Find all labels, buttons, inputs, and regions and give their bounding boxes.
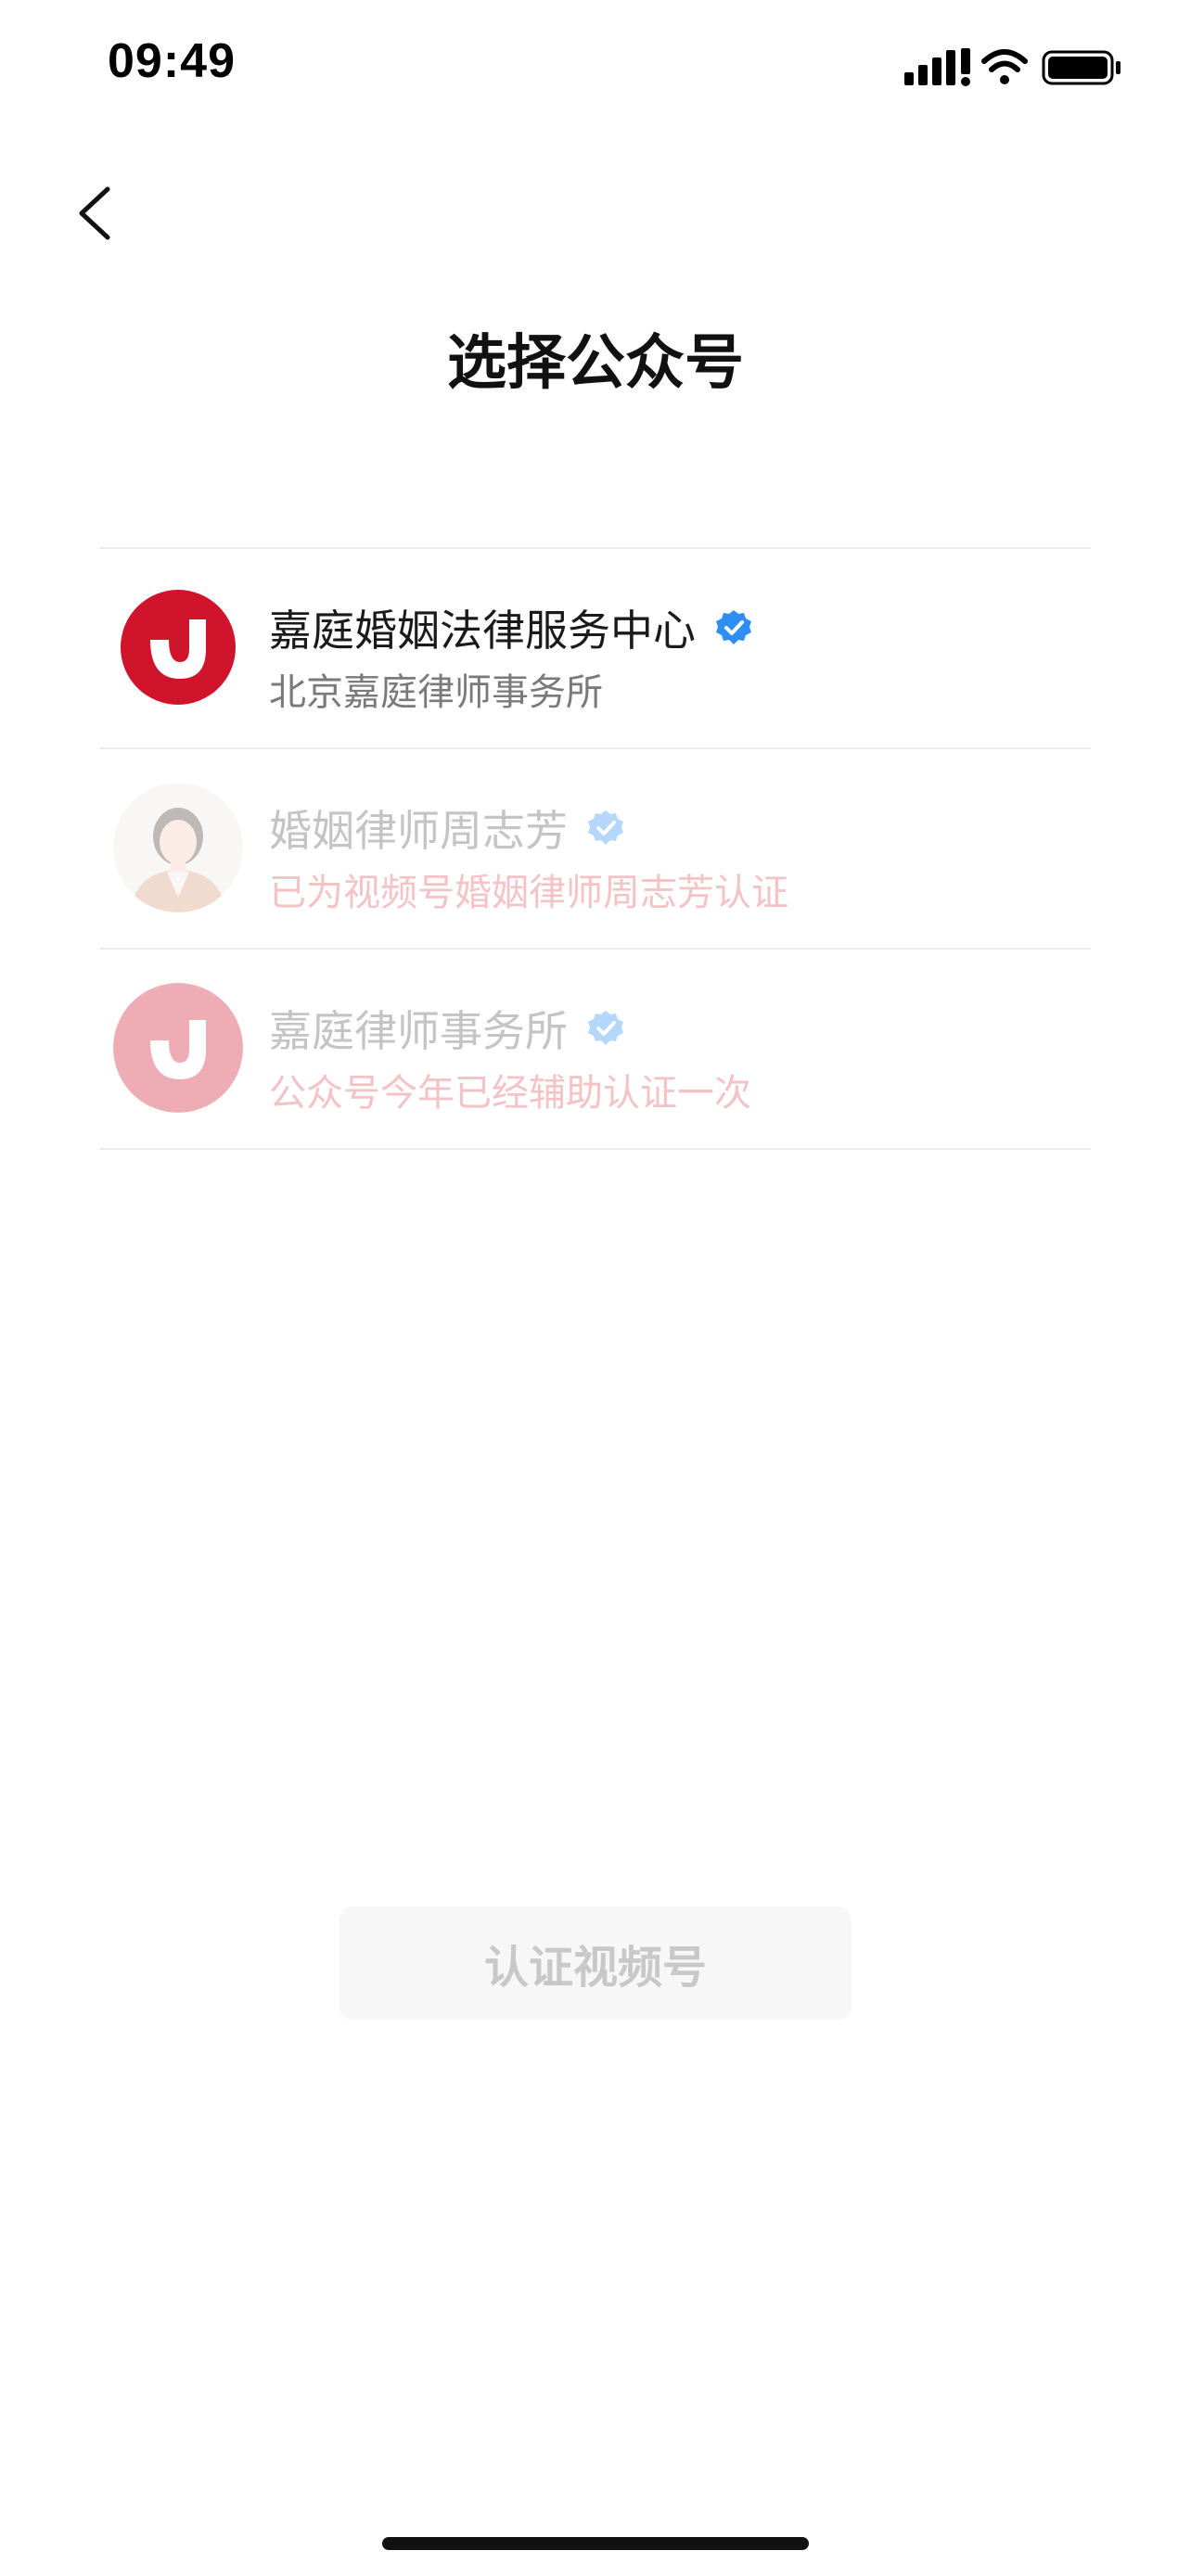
account-item: 婚姻律师周志芳 已为视频号婚姻律师周志芳认证 — [100, 749, 1091, 948]
verified-badge-icon — [588, 810, 623, 845]
wifi-icon — [981, 49, 1028, 84]
chevron-left-icon — [79, 186, 110, 240]
account-name: 嘉庭婚姻法律服务中心 — [269, 606, 696, 656]
status-icons — [904, 46, 1136, 93]
person-photo-avatar — [113, 783, 243, 912]
back-button[interactable] — [70, 176, 126, 250]
account-name: 婚姻律师周志芳 — [269, 806, 568, 856]
account-item[interactable]: 嘉庭婚姻法律服务中心 北京嘉庭律师事务所 — [100, 549, 1091, 747]
jiating-logo-icon — [113, 983, 243, 1113]
divider — [100, 1148, 1091, 1150]
account-name-row: 婚姻律师周志芳 — [269, 797, 625, 859]
home-indicator[interactable] — [382, 2537, 809, 2550]
account-name-row: 嘉庭律师事务所 — [269, 998, 625, 1059]
status-bar: 09:49 — [0, 0, 1191, 139]
account-subtitle: 北京嘉庭律师事务所 — [269, 671, 603, 714]
status-time: 09:49 — [108, 34, 236, 88]
account-name-row: 嘉庭婚姻法律服务中心 — [269, 597, 753, 658]
verified-badge-icon — [716, 610, 751, 644]
battery-icon — [1042, 50, 1121, 85]
account-name: 嘉庭律师事务所 — [269, 1006, 568, 1056]
verify-channels-button[interactable]: 认证视频号 — [339, 1906, 852, 2020]
account-item: 嘉庭律师事务所 公众号今年已经辅助认证一次 — [100, 950, 1091, 1148]
jiating-logo-icon — [113, 582, 243, 712]
account-list: 嘉庭婚姻法律服务中心 北京嘉庭律师事务所 婚姻律师周志芳 已为视频号婚姻律师周志… — [100, 547, 1091, 1150]
verified-badge-icon — [588, 1011, 623, 1045]
account-subtitle: 公众号今年已经辅助认证一次 — [269, 1072, 751, 1115]
account-subtitle: 已为视频号婚姻律师周志芳认证 — [269, 872, 788, 914]
page-title: 选择公众号 — [447, 329, 744, 398]
cellular-signal-icon — [904, 48, 970, 86]
